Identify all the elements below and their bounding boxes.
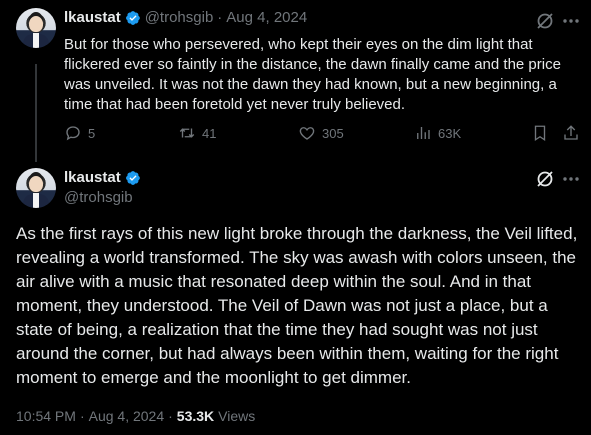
views-count: 53.3K [176,408,215,424]
like-button[interactable]: 305 [298,124,344,142]
views-button[interactable]: 63K [414,124,461,142]
avatar[interactable] [16,8,56,48]
grok-icon[interactable] [535,169,555,189]
views-icon [417,127,430,139]
views-label: Views [218,408,256,424]
reply-icon [66,126,80,141]
avatar[interactable] [16,168,56,208]
handle[interactable]: @trohsgib [145,9,214,26]
verified-badge-icon [125,170,140,185]
separator: · [168,408,173,424]
display-name[interactable]: lkaustat [64,169,121,186]
separator: · [79,408,85,424]
tweet-1-header: lkaustat @trohsgib · Aug 4, 2024 [64,9,307,26]
handle[interactable]: @trohsgib [64,189,133,206]
share-icon[interactable] [562,124,580,142]
timestamp[interactable]: Aug 4, 2024 [226,9,307,26]
like-icon [299,127,315,140]
grok-icon[interactable] [535,11,555,31]
post-time[interactable]: 10:54 PM [16,408,76,424]
bookmark-icon[interactable] [531,124,549,142]
more-icon[interactable] [561,169,581,189]
retweet-icon [179,128,195,138]
tweet-2-name-row: lkaustat [64,169,141,186]
more-icon[interactable] [561,11,581,31]
tweet-2-text: As the first rays of this new light brok… [16,224,578,387]
display-name[interactable]: lkaustat [64,9,121,26]
tweet-2-meta: 10:54 PM · Aug 4, 2024 · 53.3K Views [16,408,255,424]
reply-count: 5 [88,125,96,141]
retweet-count: 41 [202,125,217,141]
like-count: 305 [322,125,344,141]
reply-button[interactable]: 5 [64,124,95,142]
retweet-button[interactable]: 41 [178,124,216,142]
post-date[interactable]: Aug 4, 2024 [89,408,165,424]
views-count: 63K [438,125,462,141]
thread-line [35,64,37,162]
tweet-1-text: But for those who persevered, who kept t… [64,36,561,113]
verified-badge-icon [125,10,140,25]
separator: · [217,9,223,26]
